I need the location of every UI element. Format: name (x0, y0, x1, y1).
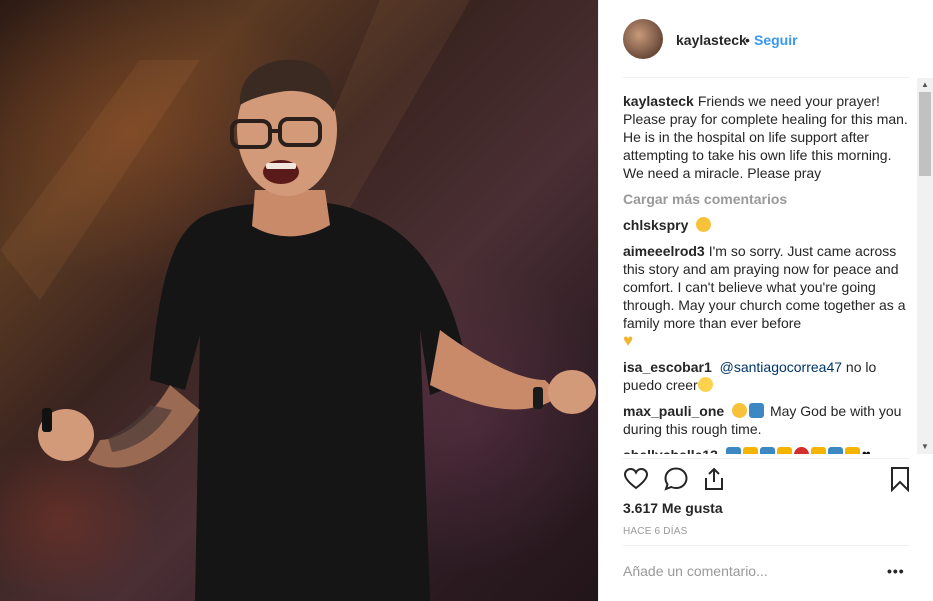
comments-list: kaylasteck Friends we need your prayer! P… (623, 92, 911, 454)
praying-hands-emoji-icon (844, 447, 860, 454)
screaming-face-emoji-icon (697, 377, 713, 392)
black-heart-emoji-icon: ♥ (862, 447, 871, 454)
scroll-up-arrow-icon[interactable]: ▲ (921, 80, 929, 89)
comment-item: shellychelle13 ♥ (623, 446, 911, 454)
praying-person-emoji-icon (759, 447, 775, 454)
comment-username[interactable]: max_pauli_one (623, 403, 724, 419)
scroll-down-arrow-icon[interactable]: ▼ (921, 442, 929, 451)
comment-item: chlskspry (623, 216, 911, 234)
actions-divider (623, 458, 909, 459)
comment-username[interactable]: aimeeelrod3 (623, 243, 705, 259)
header-divider (623, 77, 909, 78)
post-date[interactable]: HACE 6 DÍAS (623, 526, 687, 537)
more-options-icon[interactable]: ••• (887, 563, 905, 579)
post-actions (623, 466, 913, 494)
caption: kaylasteck Friends we need your prayer! P… (623, 92, 911, 182)
follow-button[interactable]: Seguir (754, 32, 798, 48)
post-details-panel: kaylasteck • Seguir kaylasteck Friends we… (598, 0, 933, 601)
scrollbar-thumb[interactable] (919, 92, 931, 176)
post-header: kaylasteck • Seguir (599, 0, 933, 78)
speaker-illustration (0, 0, 596, 601)
comments-scrollbar[interactable]: ▲ ▼ (917, 78, 933, 454)
praying-person-emoji-icon (749, 403, 765, 418)
comment-item: isa_escobar1 @santiagocorrea47 no lo pue… (623, 358, 911, 394)
comment-mention-link[interactable]: @santiagocorrea47 (720, 359, 842, 375)
header-username[interactable]: kaylasteck (676, 32, 747, 48)
load-more-comments-button[interactable]: Cargar más comentarios (623, 190, 911, 208)
praying-hands-emoji-icon (742, 447, 758, 454)
caption-username[interactable]: kaylasteck (623, 93, 694, 109)
heart-outline-icon[interactable] (623, 466, 649, 492)
comment-item: max_pauli_one May God be with you during… (623, 402, 911, 438)
praying-person-emoji-icon (827, 447, 843, 454)
share-icon[interactable] (701, 466, 727, 492)
praying-hands-emoji-icon (810, 447, 826, 454)
comment-username[interactable]: isa_escobar1 (623, 359, 712, 375)
yellow-heart-emoji-icon: ♥ (623, 331, 634, 350)
comment-item: aimeeelrod3 I'm so sorry. Just came acros… (623, 242, 911, 350)
post-photo[interactable] (0, 0, 598, 601)
likes-count[interactable]: 3.617 Me gusta (623, 500, 723, 516)
avatar[interactable] (623, 19, 663, 59)
comment-input-divider (623, 545, 909, 546)
angry-face-emoji-icon (793, 447, 809, 454)
bookmark-icon[interactable] (887, 466, 913, 492)
praying-hands-emoji-icon (776, 447, 792, 454)
praying-person-emoji-icon (725, 447, 741, 454)
comment-username[interactable]: shellychelle13 (623, 447, 718, 454)
sad-face-emoji-icon (696, 217, 712, 232)
add-comment-input[interactable]: Añade un comentario... (623, 563, 768, 579)
speech-bubble-icon[interactable] (663, 466, 689, 492)
post-modal: kaylasteck • Seguir kaylasteck Friends we… (0, 0, 933, 601)
header-separator: • (745, 32, 750, 48)
comment-username[interactable]: chlskspry (623, 217, 688, 233)
sad-face-emoji-icon (732, 403, 748, 418)
